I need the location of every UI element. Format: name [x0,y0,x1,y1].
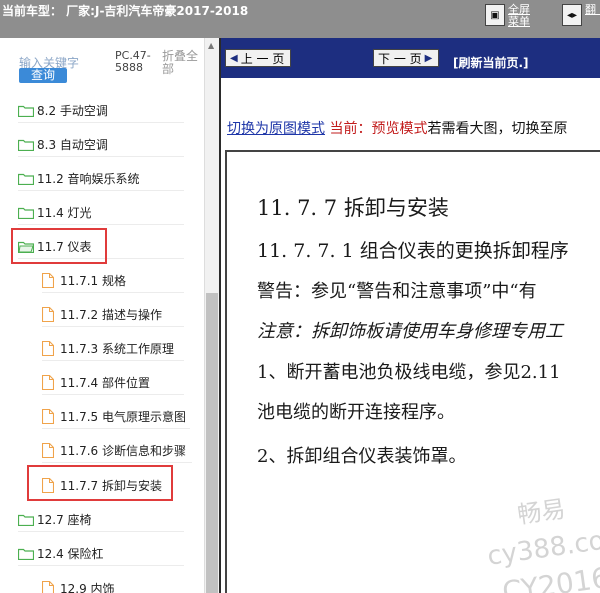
tree-item-11-4[interactable]: 11.4 灯光 [18,201,184,225]
switch-original-mode-link[interactable]: 切换为原图模式 [227,121,325,137]
collapse-all-button[interactable]: 折叠全部 [162,50,202,76]
left-arrow-icon: ◀ [230,52,238,64]
folder-icon [18,139,34,151]
folder-icon [18,105,34,117]
scrollbar-thumb[interactable] [206,293,218,593]
fullscreen-menu-label: 全屏 菜单 [508,3,530,28]
document-viewer: 11. 7. 7 拆卸与安装 11. 7. 7. 1 组合仪表的更换拆卸程序 警… [225,150,600,593]
tree-item-11-7-3[interactable]: 11.7.3 系统工作原理 [42,337,184,361]
fullscreen-icon: ▣ [485,4,505,26]
tree-item-11-7-1[interactable]: 11.7.1 规格 [42,269,184,293]
page-nav-bar: ◀ 上 一 页 下 一 页 ▶ [刷新当前页.] [221,38,600,78]
view-toggle-label: 翻 视 [585,3,600,16]
tree-item-label: 8.3 自动空调 [37,138,108,152]
tree-item-label: 11.2 音响娱乐系统 [37,172,140,186]
tree-item-12-7[interactable]: 12.7 座椅 [18,508,184,532]
tree-item-label: 11.4 灯光 [37,206,92,220]
step-1-continued-text: 池电缆的断开连接程序。 [257,402,455,423]
section-heading: 11. 7. 7 拆卸与安装 [257,196,449,220]
scroll-up-icon[interactable]: ▲ [208,41,214,50]
tree-item-12-4[interactable]: 12.4 保险杠 [18,542,184,566]
view-toggle-button[interactable]: ◂▸ 翻 视 [562,4,600,26]
tree-item-label: 12.9 内饰 [60,581,115,593]
folder-icon [18,207,34,219]
view-toggle-icon: ◂▸ [562,4,582,26]
highlight-box-11-7 [11,228,107,264]
folder-icon [18,173,34,185]
mode-line: 切换为原图模式 当前：预览模式若需看大图，切换至原 [227,118,567,138]
pc-code-label: PC.47-5888 [115,49,151,74]
folder-icon [18,514,34,526]
next-page-button[interactable]: 下 一 页 ▶ [373,49,439,67]
right-arrow-icon: ▶ [424,52,433,64]
tree-item-label: 11.7.4 部件位置 [60,376,150,390]
tree-item-11-7-2[interactable]: 11.7.2 描述与操作 [42,303,184,327]
top-bar: 当前车型： 厂家:J-吉利汽车帝豪2017-2018 ▣ 全屏 菜单 ◂▸ 翻 … [0,0,600,38]
tree-item-label: 11.7.2 描述与操作 [60,308,162,322]
tree-item-11-7-4[interactable]: 11.7.4 部件位置 [42,371,184,395]
query-button[interactable]: 查询 [19,68,67,83]
tree-item-11-2[interactable]: 11.2 音响娱乐系统 [18,167,184,191]
document-icon [42,341,54,356]
folder-icon [18,548,34,560]
tree-item-label: 12.7 座椅 [37,513,92,527]
document-icon [42,409,54,424]
current-mode-label: 当前：预览模式 [325,121,428,137]
sidebar-scrollbar[interactable]: ▲ [204,38,219,593]
watermark-line-1: 畅易 [515,494,568,530]
document-icon [42,580,54,593]
tree-item-label: 11.7.6 诊断信息和步骤 [60,444,186,458]
document-icon [42,273,54,288]
car-model-label: 当前车型： 厂家:J-吉利汽车帝豪2017-2018 [2,4,249,18]
tree-item-8-3[interactable]: 8.3 自动空调 [18,133,184,157]
document-icon [42,307,54,322]
prev-page-button[interactable]: ◀ 上 一 页 [225,49,291,67]
subsection-heading: 11. 7. 7. 1 组合仪表的更换拆卸程序 [257,240,569,262]
mode-hint-text: 若需看大图，切换至原 [427,121,568,137]
tree-item-12-9[interactable]: 12.9 内饰 [42,576,184,593]
step-1-text: 1、断开蓄电池负极线电缆，参见2.11 [257,362,561,383]
fullscreen-menu-button[interactable]: ▣ 全屏 菜单 [485,4,534,28]
tree-item-label: 12.4 保险杠 [37,547,104,561]
content-pane: ◀ 上 一 页 下 一 页 ▶ [刷新当前页.] 切换为原图模式 当前：预览模式… [219,38,600,593]
sidebar: 输入关键字 查询 PC.47-5888 折叠全部 8.2 手动空调 8.3 自动… [0,38,219,593]
tree-item-label: 11.7.1 规格 [60,274,126,288]
next-page-label: 下 一 页 [378,51,422,66]
tree-item-label: 11.7.3 系统工作原理 [60,342,174,356]
tree-item-label: 11.7.5 电气原理示意图 [60,410,186,424]
refresh-page-link[interactable]: [刷新当前页.] [453,54,529,71]
tree-item-8-2[interactable]: 8.2 手动空调 [18,99,184,123]
prev-page-label: 上 一 页 [240,51,285,66]
document-icon [42,375,54,390]
document-icon [42,443,54,458]
highlight-box-11-7-7 [27,465,173,501]
step-2-text: 2、拆卸组合仪表装饰罩。 [257,446,467,467]
tree-item-11-7-5[interactable]: 11.7.5 电气原理示意图 [42,405,190,429]
tree-item-11-7-6[interactable]: 11.7.6 诊断信息和步骤 [42,439,192,463]
warning-text: 警告：参见“警告和注意事项”中“有 [257,281,537,302]
tree-item-label: 8.2 手动空调 [37,104,108,118]
note-text: 注意：拆卸饰板请使用车身修理专用工 [257,321,563,342]
